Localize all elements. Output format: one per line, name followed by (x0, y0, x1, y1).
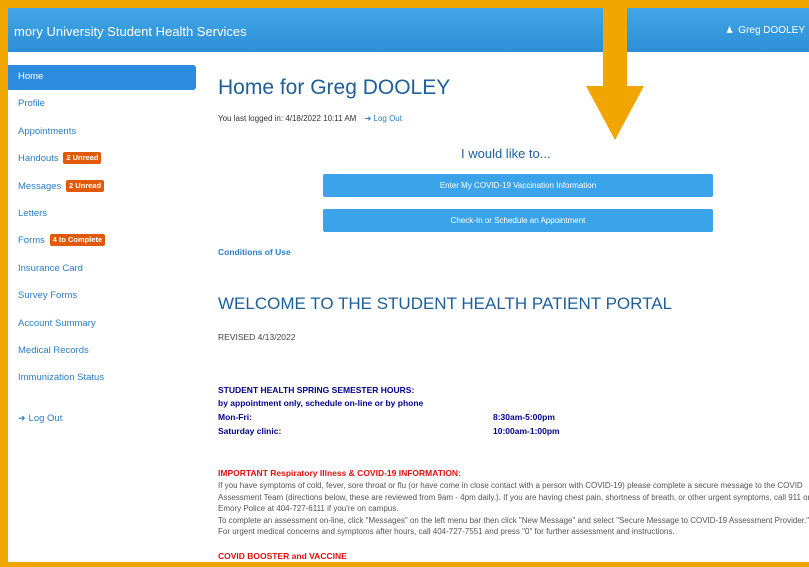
conditions-of-use-link[interactable]: Conditions of Use (218, 247, 291, 257)
hours-label: Saturday clinic: (218, 426, 282, 436)
sidebar-item-immunization-status[interactable]: Immunization Status (8, 366, 196, 393)
sign-out-icon: ➜ (18, 412, 26, 423)
sidebar-item-label: Survey Forms (18, 290, 78, 302)
user-icon: ♟ (725, 25, 734, 35)
sidebar-nav: Home Profile Appointments Handouts 2 Unr… (8, 65, 196, 433)
unread-badge: 2 Unread (63, 152, 102, 165)
user-name: Greg DOOLEY (738, 25, 805, 36)
page-title: Home for Greg DOOLEY (218, 76, 451, 99)
welcome-heading: WELCOME TO THE STUDENT HEALTH PATIENT PO… (218, 294, 673, 313)
sidebar-item-label: Medical Records (18, 344, 89, 356)
hours-label: Mon-Fri: (218, 412, 252, 422)
sidebar-item-label: Profile (18, 98, 45, 110)
checkin-schedule-button[interactable]: Check-In or Schedule an Appointment (323, 209, 713, 232)
sidebar-item-label: Letters (18, 207, 48, 219)
sidebar-item-label: Insurance Card (18, 262, 83, 274)
logout-link-label: Log Out (373, 114, 402, 123)
hours-value: 8:30am-5:00pm (493, 412, 555, 422)
top-navbar: mory University Student Health Services … (8, 8, 809, 52)
hours-subheading: by appointment only, schedule on-line or… (218, 398, 424, 408)
important-paragraph: To complete an assessment on-line, click… (218, 515, 809, 525)
sidebar-item-label: Forms (18, 235, 45, 247)
sidebar-item-label: Account Summary (18, 317, 96, 329)
revised-date: REVISED 4/13/2022 (218, 332, 296, 342)
sidebar-item-forms[interactable]: Forms 4 to Complete (8, 229, 196, 256)
sidebar-item-label: Log Out (28, 412, 63, 424)
sidebar-item-handouts[interactable]: Handouts 2 Unread (8, 147, 196, 174)
sidebar-item-account-summary[interactable]: Account Summary (8, 312, 196, 339)
important-heading: IMPORTANT Respiratory Illness & COVID-19… (218, 468, 461, 478)
important-paragraph: If you have symptoms of cold, fever, sor… (218, 481, 809, 514)
logout-link[interactable]: ➜ Log Out (365, 114, 402, 123)
screenshot-frame: mory University Student Health Services … (0, 0, 809, 567)
sidebar-item-label: Messages (18, 180, 62, 192)
last-login-text: You last logged in: 4/18/2022 10:11 AM (218, 114, 357, 123)
sidebar-item-letters[interactable]: Letters (8, 202, 196, 229)
action-prompt: I would like to... (461, 146, 551, 161)
sidebar-item-insurance-card[interactable]: Insurance Card (8, 257, 196, 284)
user-menu[interactable]: ♟ Greg DOOLEY (725, 25, 805, 36)
last-login-info: You last logged in: 4/18/2022 10:11 AM ➜… (218, 114, 402, 123)
unread-badge: 2 Unread (65, 179, 105, 192)
covid-booster-heading: COVID BOOSTER and VACCINE (218, 551, 347, 561)
pointer-arrow-icon (586, 8, 644, 140)
sidebar-item-medical-records[interactable]: Medical Records (8, 339, 196, 366)
sidebar-item-messages[interactable]: Messages 2 Unread (8, 175, 196, 202)
sidebar-item-label: Appointments (18, 125, 77, 137)
covid-vaccination-button[interactable]: Enter My COVID-19 Vaccination Informatio… (323, 174, 713, 197)
sidebar-item-home[interactable]: Home (8, 65, 196, 90)
sidebar-item-label: Immunization Status (18, 372, 105, 384)
to-complete-badge: 4 to Complete (49, 234, 106, 247)
site-title[interactable]: mory University Student Health Services (14, 24, 247, 39)
sidebar-item-survey-forms[interactable]: Survey Forms (8, 284, 196, 311)
important-paragraph: For urgent medical concerns and symptoms… (218, 527, 675, 537)
sidebar-item-profile[interactable]: Profile (8, 92, 196, 119)
sidebar-item-logout[interactable]: ➜ Log Out (8, 406, 196, 433)
sign-out-icon: ➜ (364, 114, 372, 123)
sidebar-item-label: Home (18, 71, 44, 82)
sidebar-item-appointments[interactable]: Appointments (8, 120, 196, 147)
hours-value: 10:00am-1:00pm (493, 426, 560, 436)
important-text: If you have symptoms of cold, fever, sor… (218, 480, 809, 538)
sidebar-item-label: Handouts (18, 153, 59, 165)
hours-heading: STUDENT HEALTH SPRING SEMESTER HOURS: (218, 385, 415, 395)
